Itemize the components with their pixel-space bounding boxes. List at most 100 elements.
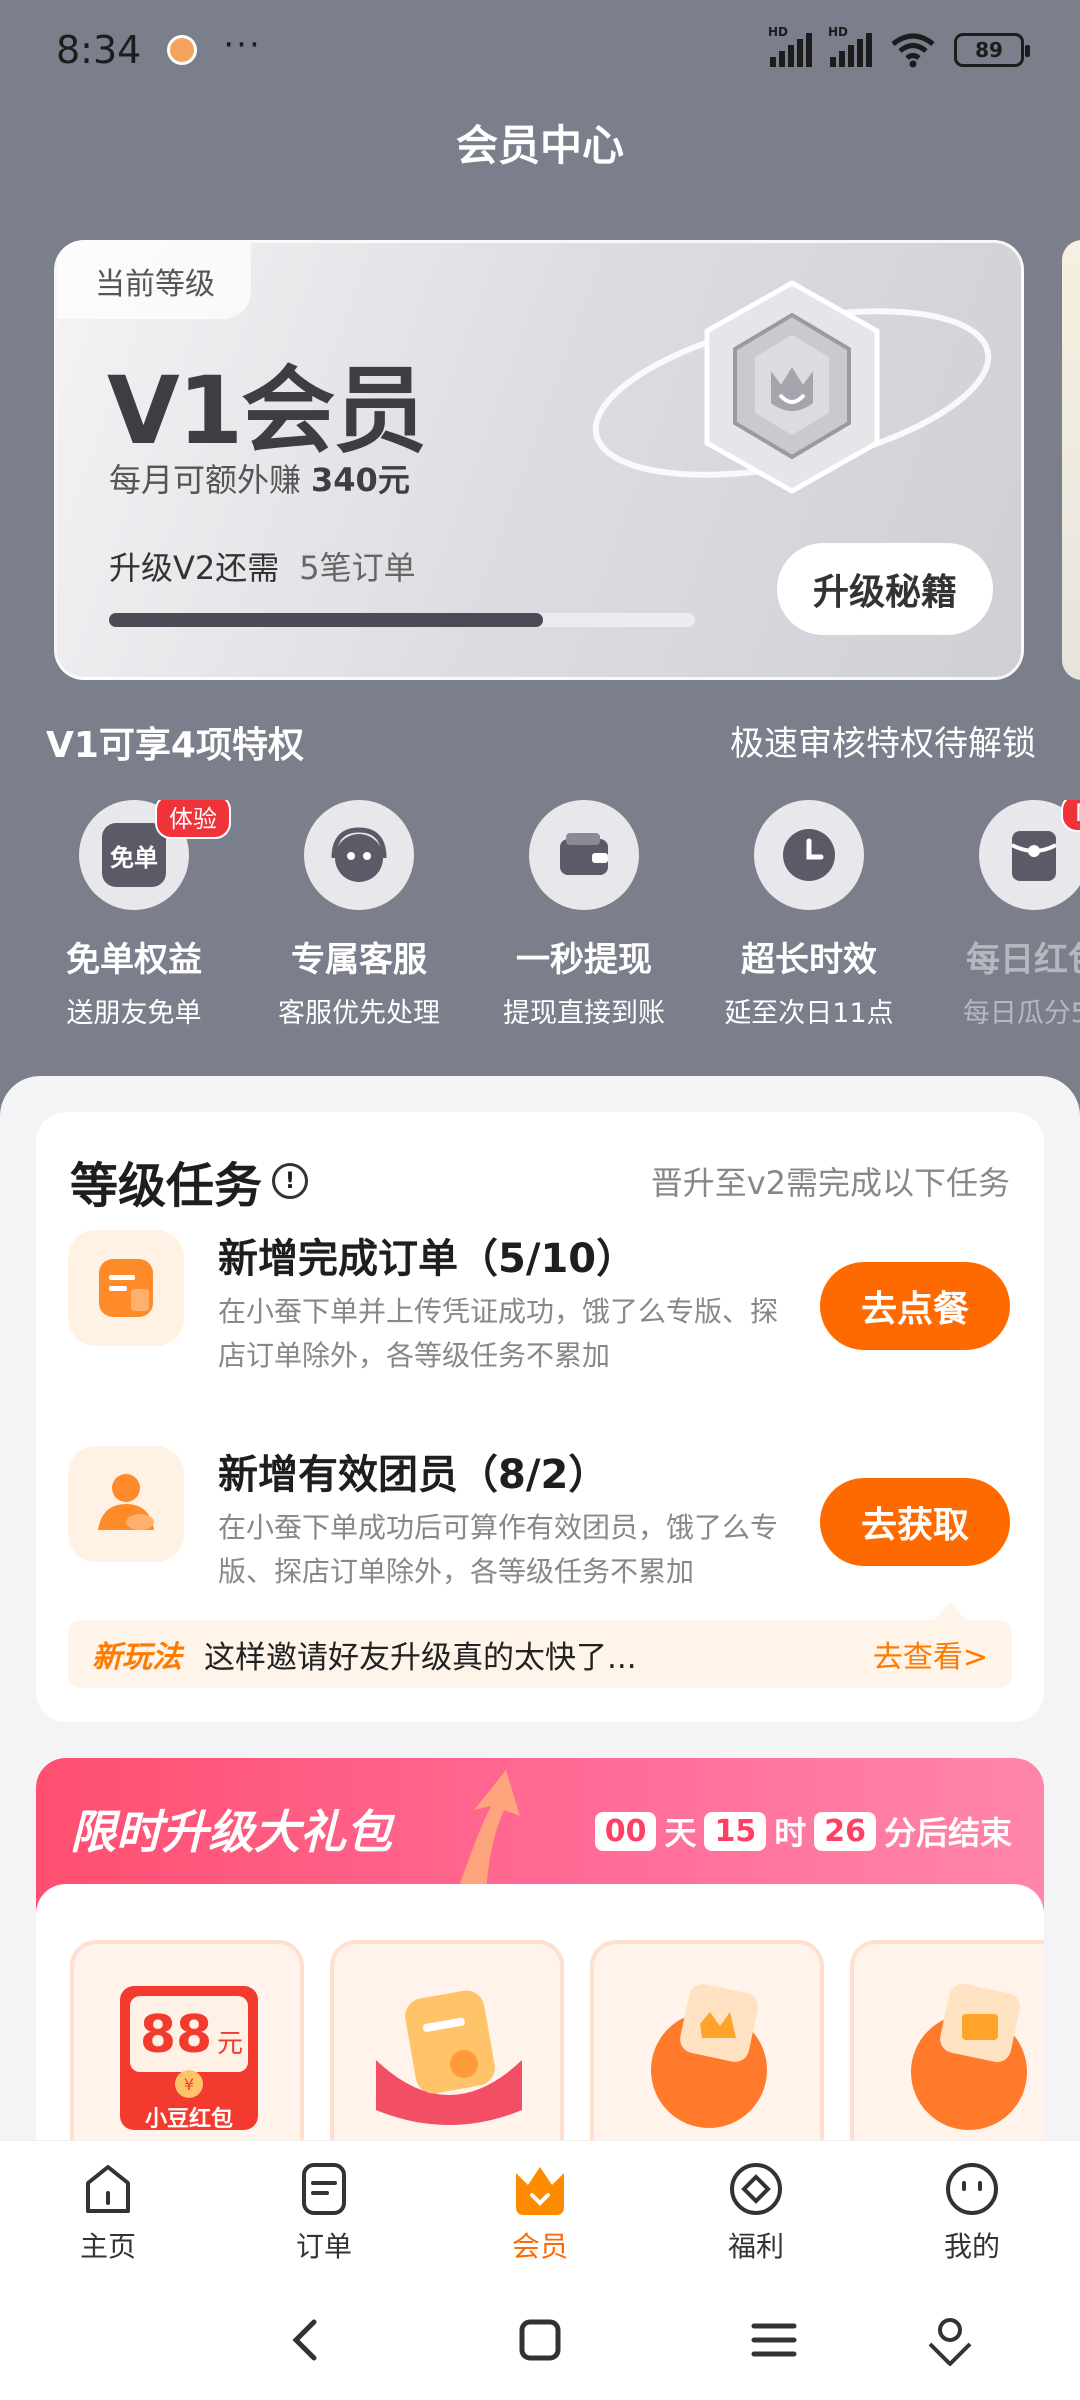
privilege-desc: 提现直接到账 xyxy=(503,998,665,1029)
go-order-button[interactable]: 去点餐 xyxy=(820,1262,1010,1350)
benefit-icon xyxy=(730,2163,782,2215)
nav-benefits[interactable]: 福利 xyxy=(648,2141,864,2280)
nav-member[interactable]: 会员 xyxy=(432,2141,648,2280)
privileges-header: V1可享4项特权 极速审核特权待解锁 xyxy=(46,716,1036,768)
tip-pointer xyxy=(934,1602,966,1620)
member-crown-icon xyxy=(516,2167,564,2215)
monthly-earn: 每月可额外赚 340元 xyxy=(109,455,410,501)
member-icon xyxy=(68,1446,184,1562)
upgrade-progress-bar xyxy=(109,613,695,627)
privilege-name: 专属客服 xyxy=(291,940,427,980)
task-name: 新增有效团员（8/2） xyxy=(218,1452,609,1498)
privilege-customer-service[interactable]: 专属客服 客服优先处理 xyxy=(259,800,459,1030)
privilege-desc: 延至次日11点 xyxy=(724,998,894,1029)
clock-icon xyxy=(754,800,864,910)
upgrade-progress-text: 升级V2还需 5笔订单 xyxy=(109,543,416,589)
red-packet-icon: N xyxy=(979,800,1080,910)
back-icon[interactable] xyxy=(276,2310,336,2370)
tip-text: 这样邀请好友升级真的太快了... xyxy=(204,1639,637,1676)
system-nav-bar xyxy=(0,2280,1080,2400)
task-name: 新增完成订单（5/10） xyxy=(218,1236,637,1282)
wifi-icon xyxy=(891,33,935,68)
svg-text:¥: ¥ xyxy=(184,2075,194,2094)
task-row-members: 新增有效团员（8/2） 在小蚕下单成功后可算作有效团员，饿了么专版、探店订单除外… xyxy=(68,1442,1018,1612)
level-name: V1会员 xyxy=(107,357,427,466)
privilege-desc: 客服优先处理 xyxy=(278,998,440,1029)
current-level-tag: 当前等级 xyxy=(57,243,251,319)
hours-unit: 时 xyxy=(774,1814,807,1852)
nav-label: 福利 xyxy=(727,2230,784,2263)
page-title: 会员中心 xyxy=(455,121,624,170)
info-icon[interactable]: ! xyxy=(272,1163,309,1199)
notification-avatar-icon xyxy=(167,35,198,65)
progress-label: 升级V2还需 xyxy=(109,549,280,587)
level-badge-icon xyxy=(592,280,992,494)
crown-gift-icon xyxy=(651,1984,767,2128)
privilege-free-order[interactable]: 免单 体验 免单权益 送朋友免单 xyxy=(34,800,234,1030)
get-members-button[interactable]: 去获取 xyxy=(820,1478,1010,1566)
privilege-name: 免单权益 xyxy=(66,940,202,980)
nav-home[interactable]: 主页 xyxy=(0,2141,216,2280)
home-icon xyxy=(86,2165,130,2213)
nav-label: 主页 xyxy=(79,2230,136,2263)
earn-value: 340元 xyxy=(311,461,410,499)
bottom-nav: 主页 订单 会员 福利 我的 xyxy=(0,2140,1080,2280)
coupon-gift-icon xyxy=(376,1990,522,2125)
red-packet-88-icon: ¥ 88 元 小豆红包 xyxy=(120,1986,258,2130)
more-notifications-icon: ··· xyxy=(223,25,262,65)
status-bar: 8:34 ··· HD HD 89 xyxy=(0,0,1080,100)
nav-label: 我的 xyxy=(943,2230,1000,2263)
new-play-tip-bar[interactable]: 新玩法 这样邀请好友升级真的太快了... 去查看> xyxy=(68,1602,1012,1688)
countdown-hours: 15 xyxy=(704,1811,767,1851)
trial-tag: 体验 xyxy=(155,800,231,839)
up-arrow-icon xyxy=(456,1770,520,1896)
days-unit: 天 xyxy=(664,1814,697,1852)
menu-icon[interactable] xyxy=(744,2310,804,2370)
privilege-desc: 每日瓜分50 xyxy=(962,998,1080,1029)
privilege-extended-time[interactable]: 超长时效 延至次日11点 xyxy=(709,800,909,1030)
privilege-name: 每日红包 xyxy=(966,940,1080,980)
gift-title: 限时升级大礼包 xyxy=(70,1805,392,1859)
task-row-orders: 新增完成订单（5/10） 在小蚕下单并上传凭证成功，饿了么专版、探店订单除外，各… xyxy=(68,1226,1018,1396)
order-list-icon xyxy=(302,2163,346,2215)
new-play-tag: 新玩法 xyxy=(92,1640,182,1675)
svg-text:88: 88 xyxy=(140,2005,212,2065)
progress-remaining: 5笔订单 xyxy=(299,549,416,587)
order-icon xyxy=(68,1230,184,1346)
privilege-instant-withdraw[interactable]: 一秒提现 提现直接到账 xyxy=(484,800,684,1030)
minutes-suffix: 分后结束 xyxy=(883,1814,1012,1852)
task-desc: 在小蚕下单并上传凭证成功，饿了么专版、探店订单除外，各等级任务不累加 xyxy=(218,1295,779,1372)
free-order-icon: 免单 体验 xyxy=(79,800,231,910)
countdown-minutes: 26 xyxy=(814,1811,876,1851)
svg-text:小豆红包: 小豆红包 xyxy=(145,2106,233,2130)
privileges-locked-text[interactable]: 极速审核特权待解锁 xyxy=(730,716,1036,768)
level-tasks-subtitle: 晋升至v2需完成以下任务 xyxy=(650,1164,1010,1202)
nav-label: 会员 xyxy=(511,2230,568,2263)
view-link[interactable]: 去查看> xyxy=(873,1632,988,1676)
nav-label: 订单 xyxy=(295,2230,352,2263)
level-tasks-header: 等级任务 ! 晋升至v2需完成以下任务 xyxy=(70,1146,1010,1216)
privilege-name: 一秒提现 xyxy=(516,940,652,980)
level-tasks-card: 等级任务 ! 晋升至v2需完成以下任务 新增完成订单（5/10） 在小蚕下单并上… xyxy=(36,1112,1044,1722)
upgrade-tips-button[interactable]: 升级秘籍 xyxy=(777,543,993,635)
privilege-daily-red-packet[interactable]: N 每日红包 每日瓜分50 xyxy=(934,800,1080,1030)
smile-icon xyxy=(946,2163,998,2215)
privilege-desc: 送朋友免单 xyxy=(66,998,202,1029)
assistant-icon[interactable] xyxy=(920,2310,980,2370)
privileges-list: 免单 体验 免单权益 送朋友免单 专属客服 客服优先处理 一秒提现 提现直接到账… xyxy=(0,800,1080,1040)
next-level-card-peek[interactable] xyxy=(1062,240,1080,680)
home-square-icon[interactable] xyxy=(510,2310,570,2370)
nav-orders[interactable]: 订单 xyxy=(216,2141,432,2280)
nav-mine[interactable]: 我的 xyxy=(864,2141,1080,2280)
svg-text:元: 元 xyxy=(217,2029,243,2059)
status-time: 8:34 xyxy=(56,28,142,72)
signal-2-icon: HD xyxy=(828,25,872,67)
level-tasks-title: 等级任务 ! xyxy=(70,1146,309,1216)
countdown-days: 00 xyxy=(594,1811,657,1851)
level-tasks-title-text: 等级任务 xyxy=(70,1158,263,1214)
gift-countdown: 00 天 15 时 26 分后结束 xyxy=(594,1808,1012,1854)
task-desc: 在小蚕下单成功后可算作有效团员，饿了么专版、探店订单除外，各等级任务不累加 xyxy=(218,1511,779,1588)
signal-1-icon: HD xyxy=(768,25,812,67)
level-card[interactable]: 当前等级 V1会员 每月可额外赚 340元 升级V2还需 5笔订单 升级秘籍 xyxy=(54,240,1024,680)
battery-icon: 89 xyxy=(954,33,1030,67)
